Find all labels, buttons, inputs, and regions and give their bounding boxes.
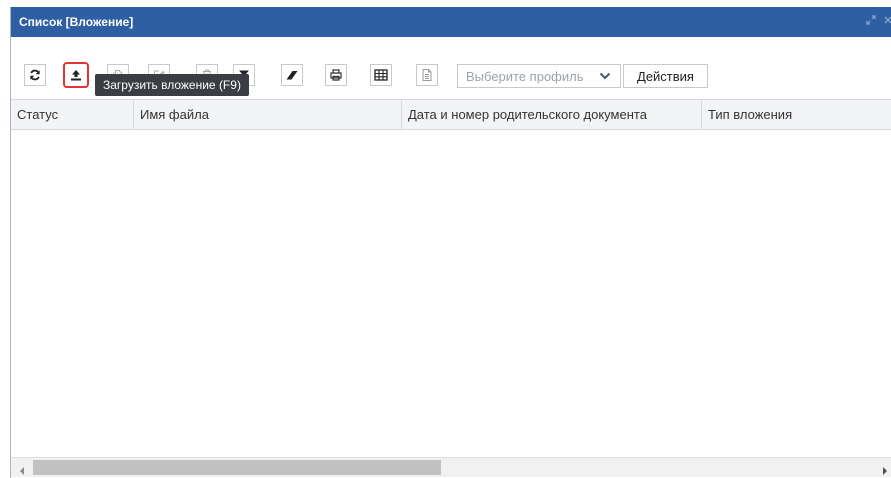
maximize-icon[interactable] (866, 14, 876, 28)
scrollbar-thumb[interactable] (33, 460, 441, 475)
scroll-left-icon[interactable] (19, 463, 25, 478)
close-icon[interactable] (884, 14, 891, 28)
column-header-attachment-type[interactable]: Тип вложения (702, 100, 891, 129)
print-button[interactable] (325, 64, 347, 86)
print-icon (329, 68, 343, 82)
refresh-icon (29, 69, 41, 81)
grid-header: Статус Имя файла Дата и номер родительск… (11, 99, 891, 130)
document-button[interactable] (416, 64, 438, 86)
table-view-button[interactable] (370, 64, 392, 86)
clear-filter-button[interactable] (281, 64, 303, 86)
profile-select[interactable]: Выберите профиль (457, 64, 621, 88)
window-title: Список [Вложение] (19, 15, 134, 29)
column-header-filename[interactable]: Имя файла (134, 100, 402, 129)
document-icon (421, 68, 433, 82)
column-header-status[interactable]: Статус (11, 100, 134, 129)
column-header-parent-document[interactable]: Дата и номер родительского документа (402, 100, 702, 129)
profile-select-placeholder: Выберите профиль (466, 69, 584, 84)
window-titlebar[interactable]: Список [Вложение] (11, 7, 891, 37)
refresh-button[interactable] (24, 64, 46, 86)
horizontal-scrollbar[interactable] (11, 457, 891, 477)
grid-body (11, 130, 891, 457)
eraser-icon (285, 69, 299, 81)
chevron-down-icon[interactable] (590, 65, 620, 87)
scroll-right-icon[interactable] (882, 463, 888, 478)
upload-icon (70, 69, 82, 81)
actions-button[interactable]: Действия (623, 64, 708, 88)
table-icon (374, 69, 388, 81)
upload-button[interactable] (63, 62, 89, 88)
upload-tooltip: Загрузить вложение (F9) (95, 74, 249, 96)
list-window: Список [Вложение] Выберите профиль Дейст… (10, 7, 891, 478)
